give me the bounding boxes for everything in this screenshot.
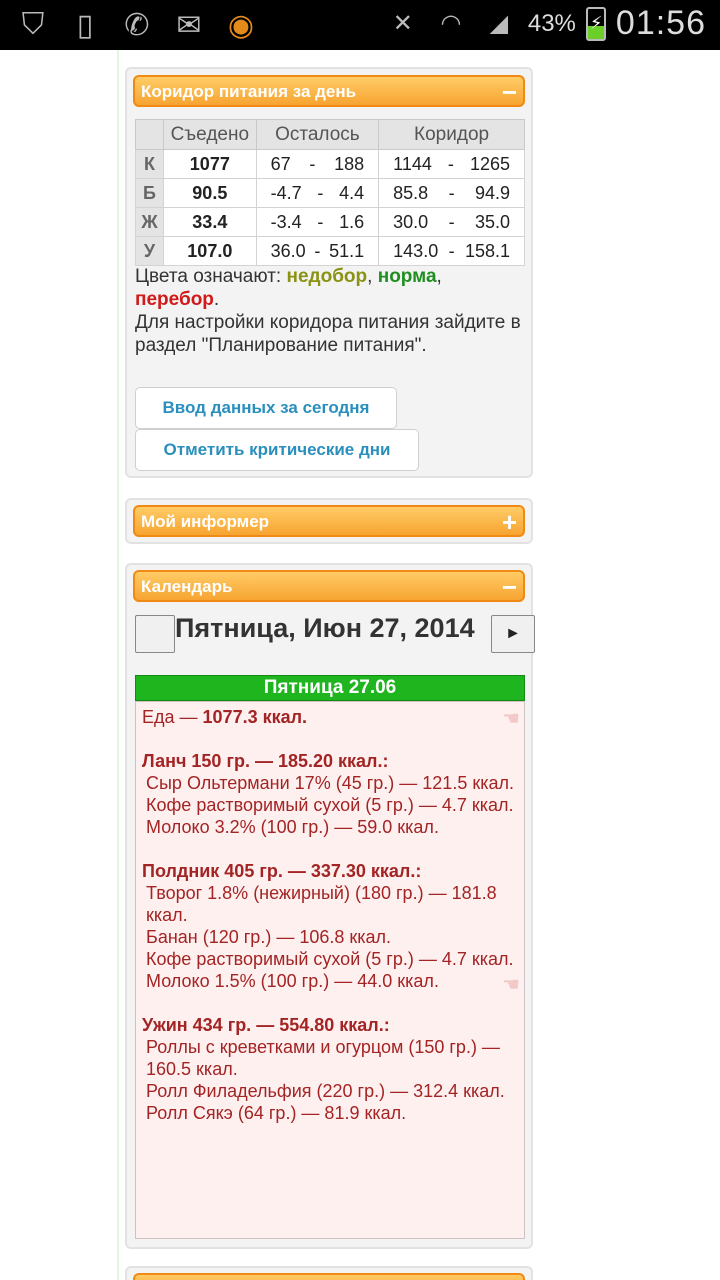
header-remaining: Осталось [255, 119, 380, 150]
table-row: К 1077 67-188 1144-1265 [135, 149, 525, 179]
status-bar: ⛉ ▯ ✆ ✉ ◉ ✕ ◠ ◢ 43% ⚡ 01:56 [0, 0, 720, 50]
meal-item: Кофе растворимый сухой (5 гр.) — 4.7 кка… [146, 949, 514, 969]
color-legend: Цвета означают: недобор, норма, перебор.… [135, 265, 530, 357]
planning-note: Для настройки коридора питания зайдите в… [135, 312, 521, 356]
next-panel-header[interactable] [133, 1273, 525, 1280]
meal-title: Полдник 405 гр. — 337.30 ккал.: [142, 861, 422, 881]
eaten-value: 1077 [163, 149, 257, 179]
next-panel [125, 1266, 533, 1280]
prev-day-button[interactable] [135, 615, 175, 653]
legend-prefix: Цвета означают: [135, 266, 287, 287]
meal-item: Роллы с креветками и огурцом (150 гр.) —… [146, 1037, 500, 1079]
legend-norm: норма [377, 266, 437, 287]
calendar-panel-header[interactable]: Календарь − [133, 570, 525, 602]
meal-item: Ролл Филадельфия (220 гр.) — 312.4 ккал. [146, 1081, 505, 1101]
app-notification-icon: ◉ [227, 8, 255, 42]
calendar-panel: Календарь − Пятница, Июн 27, 2014 ► Пятн… [125, 563, 535, 1249]
remaining-range: 67-188 [255, 149, 380, 179]
meal-group: Ланч 150 гр. — 185.20 ккал.: Сыр Ольтерм… [142, 750, 518, 838]
meal-item: Творог 1.8% (нежирный) (180 гр.) — 181.8… [146, 883, 497, 925]
meal-item: Молоко 1.5% (100 гр.) — 44.0 ккал. [146, 971, 439, 991]
legend-under: недобор [286, 266, 368, 287]
food-total: Еда — 1077.3 ккал. [142, 707, 308, 727]
meal-item: Банан (120 гр.) — 106.8 ккал. [146, 927, 392, 947]
table-row: Б 90.5 -4.7-4.4 85.8-94.9 [135, 178, 525, 208]
nutrition-table: Съедено Осталось Коридор К 1077 67-188 1… [135, 119, 525, 266]
meal-item: Ролл Сякэ (64 гр.) — 81.9 ккал. [146, 1103, 407, 1123]
page-left-border [117, 50, 119, 1280]
legend-over: перебор [135, 289, 214, 310]
collapse-icon[interactable]: − [502, 79, 517, 105]
legend-end: . [213, 289, 220, 310]
corridor-range: 30.0-35.0 [378, 207, 525, 237]
next-arrow-icon: ► [505, 625, 521, 642]
calendar-date-title: Пятница, Июн 27, 2014 [175, 613, 475, 643]
meal-group: Полдник 405 гр. — 337.30 ккал.: Творог 1… [142, 860, 518, 992]
row-label: Б [135, 178, 164, 208]
legend-sep: , [436, 266, 442, 287]
meal-title: Ужин 434 гр. — 554.80 ккал.: [142, 1015, 390, 1035]
header-corridor: Коридор [378, 119, 525, 150]
row-label: К [135, 149, 164, 179]
battery-percent: 43% [527, 9, 576, 37]
day-header: Пятница 27.06 [135, 675, 525, 701]
mute-icon: ✕ [392, 10, 413, 37]
corridor-range: 1144-1265 [378, 149, 525, 179]
download-update-icon: ▯ [76, 8, 94, 42]
enter-today-data-button[interactable]: Ввод данных за сегодня [135, 387, 397, 429]
meal-item: Кофе растворимый сухой (5 гр.) — 4.7 кка… [146, 795, 514, 815]
informer-panel-title: Мой информер [141, 512, 270, 531]
signal-icon: ◢ [489, 10, 509, 37]
corridor-range: 85.8-94.9 [378, 178, 525, 208]
corridor-panel: Коридор питания за день − Съедено Остало… [125, 67, 533, 478]
meal-item: Сыр Ольтермани 17% (45 гр.) — 121.5 ккал… [146, 773, 514, 793]
header-blank [135, 119, 164, 150]
clock: 01:56 [615, 4, 706, 42]
legend-sep: , [367, 266, 378, 287]
table-header-row: Съедено Осталось Коридор [135, 119, 525, 150]
remaining-range: 36.0-51.1 [255, 236, 380, 266]
row-label: Ж [135, 207, 164, 237]
informer-panel: Мой информер + [125, 498, 533, 544]
eaten-value: 90.5 [163, 178, 257, 208]
hand-pointer-icon: ☚ [502, 708, 520, 730]
row-label: У [135, 236, 164, 266]
eaten-value: 107.0 [163, 236, 257, 266]
expand-icon[interactable]: + [502, 509, 517, 535]
corridor-panel-header[interactable]: Коридор питания за день − [133, 75, 525, 107]
table-row: Ж 33.4 -3.4-1.6 30.0-35.0 [135, 207, 525, 237]
next-day-button[interactable]: ► [491, 615, 535, 653]
whatsapp-icon: ✆ [124, 8, 150, 42]
meal-item: Молоко 3.2% (100 гр.) — 59.0 ккал. [146, 817, 439, 837]
mark-critical-days-button[interactable]: Отметить критические дни [135, 429, 419, 471]
battery-icon: ⚡ [585, 6, 606, 41]
hand-pointer-icon: ☚ [502, 974, 520, 996]
wifi-icon: ◠ [440, 10, 462, 37]
corridor-range: 143.0-158.1 [378, 236, 525, 266]
meal-title: Ланч 150 гр. — 185.20 ккал.: [142, 751, 389, 771]
table-row: У 107.0 36.0-51.1 143.0-158.1 [135, 236, 525, 266]
collapse-icon[interactable]: − [502, 574, 517, 600]
calendar-panel-title: Календарь [141, 577, 233, 596]
day-food-log: Еда — 1077.3 ккал. Ланч 150 гр. — 185.20… [135, 701, 525, 1239]
eaten-value: 33.4 [163, 207, 257, 237]
remaining-range: -3.4-1.6 [255, 207, 380, 237]
corridor-panel-title: Коридор питания за день [141, 82, 357, 101]
email-icon: ✉ [176, 8, 202, 42]
remaining-range: -4.7-4.4 [255, 178, 380, 208]
notification-app-icon: ⛉ [21, 8, 45, 41]
meal-group: Ужин 434 гр. — 554.80 ккал.: Роллы с кре… [142, 1014, 518, 1124]
header-eaten: Съедено [163, 119, 257, 150]
informer-panel-header[interactable]: Мой информер + [133, 505, 525, 537]
